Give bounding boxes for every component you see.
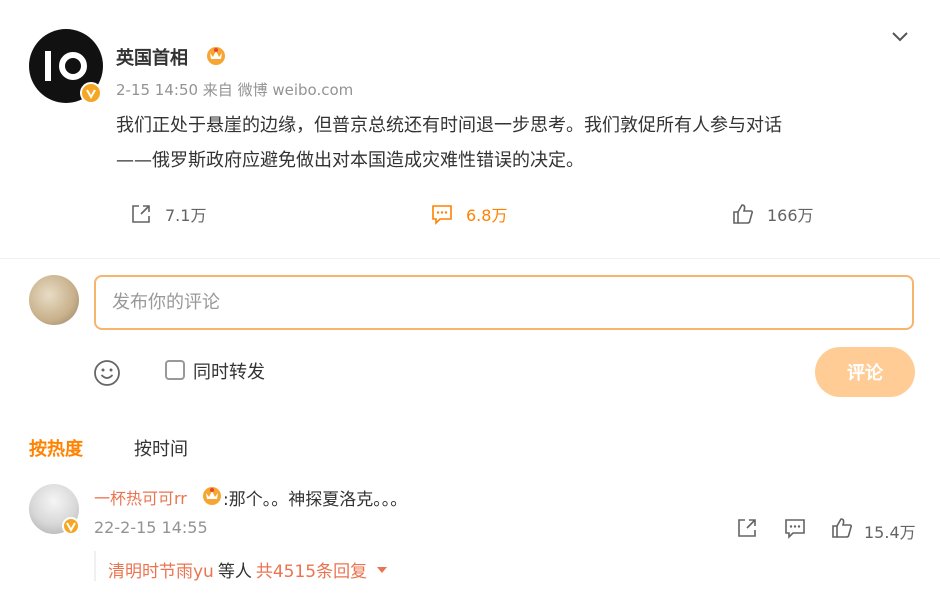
crown-badge-icon (203, 487, 221, 505)
commenter-name[interactable]: 一杯热可可rr (94, 485, 187, 509)
reply-count[interactable]: 共4515条回复 (256, 557, 367, 582)
verified-badge-icon (80, 82, 102, 104)
reply-mid-text: 等人 (217, 562, 252, 582)
reply-user[interactable]: 清明时节雨yu (108, 557, 214, 582)
like-button[interactable]: 166万 (731, 202, 814, 226)
comment-icon (432, 205, 452, 225)
repost-icon (132, 205, 150, 223)
emoji-icon[interactable] (92, 358, 122, 388)
chevron-down-icon[interactable] (888, 24, 912, 48)
crown-badge-icon (207, 47, 225, 65)
repost-checkbox-label[interactable]: 同时转发 (193, 358, 265, 384)
reply-summary[interactable]: 清明时节雨yu 等人 共4515条回复 (108, 557, 388, 582)
author-name[interactable]: 英国首相 (116, 44, 188, 70)
section-divider (0, 258, 940, 259)
repost-count: 7.1万 (165, 206, 207, 225)
my-avatar[interactable] (29, 275, 79, 325)
comment-time: 22-2-15 14:55 (94, 518, 208, 537)
comment-button[interactable]: 6.8万 (430, 202, 507, 226)
submit-comment-button[interactable]: 评论 (815, 347, 915, 397)
reply-divider (94, 551, 96, 581)
avatar-logo-icon (45, 51, 87, 81)
tab-sort-time[interactable]: 按时间 (134, 435, 188, 461)
repost-checkbox[interactable] (165, 360, 185, 380)
comment-text: :那个。。神探夏洛克。。。 (223, 490, 408, 510)
comment-repost-icon[interactable] (735, 516, 759, 540)
tab-sort-hot[interactable]: 按热度 (29, 435, 83, 461)
post-content: 我们正处于悬崖的边缘，但普京总统还有时间退一步思考。我们敦促所有人参与对话 ——… (116, 108, 906, 178)
comment-like-count: 15.4万 (864, 523, 916, 542)
like-count: 166万 (767, 206, 814, 225)
post-meta: 2-15 14:50 来自 微博 weibo.com (116, 81, 354, 99)
comment-count: 6.8万 (466, 206, 508, 225)
comment-reply-icon[interactable] (783, 516, 807, 540)
thumbs-up-icon (733, 204, 753, 224)
repost-button[interactable]: 7.1万 (129, 202, 206, 226)
post-text-line: ——俄罗斯政府应避免做出对本国造成灾难性错误的决定。 (116, 150, 584, 171)
comment-like-icon[interactable] (830, 516, 854, 540)
caret-down-icon[interactable] (377, 566, 388, 573)
post-text-line: 我们正处于悬崖的边缘，但普京总统还有时间退一步思考。我们敦促所有人参与对话 (116, 115, 782, 136)
comment-input[interactable] (94, 275, 914, 330)
verified-badge-icon (62, 517, 80, 535)
